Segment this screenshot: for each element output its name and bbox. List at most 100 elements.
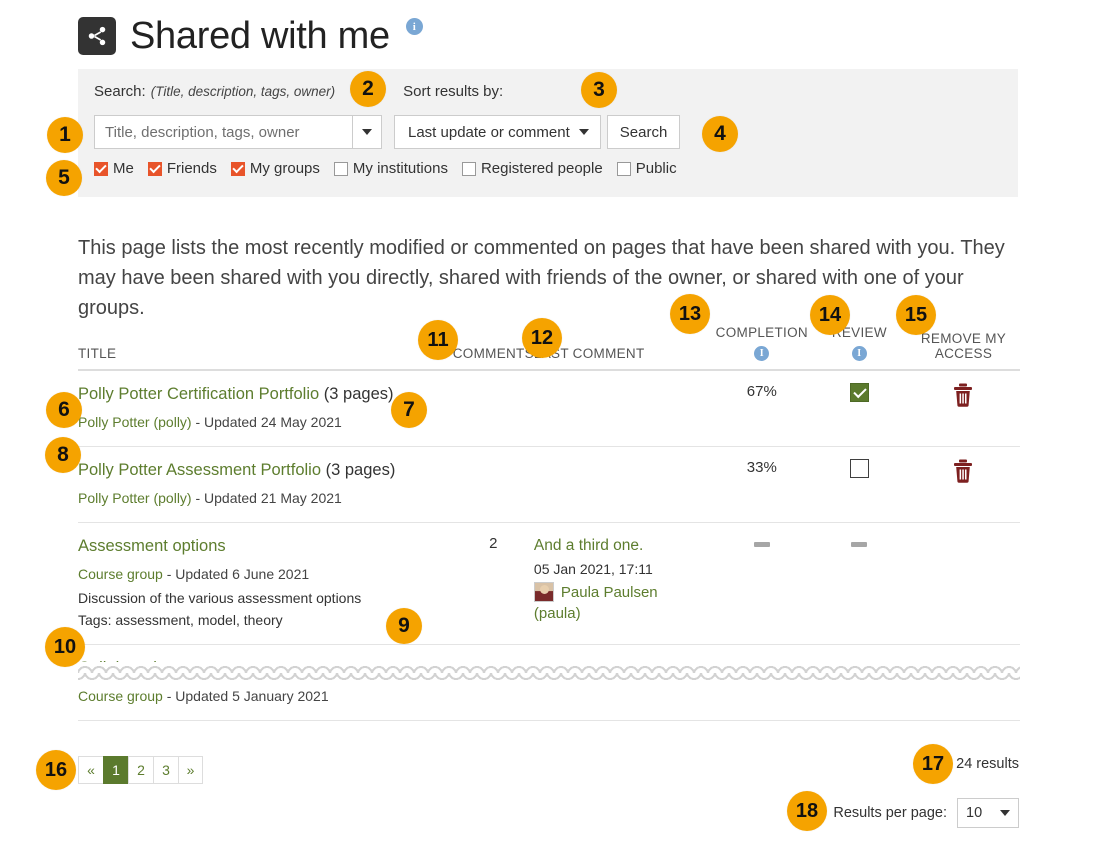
comment-author-link[interactable]: Paula Paulsen	[561, 584, 658, 601]
filter-label: My institutions	[352, 160, 448, 177]
checkbox-icon[interactable]	[94, 161, 108, 176]
results-per-page-select[interactable]: 10	[957, 798, 1019, 828]
annotation-badge-3: 3	[581, 72, 617, 108]
cell-last-comment	[533, 370, 712, 447]
updated-text: - Updated 21 May 2021	[195, 490, 342, 506]
cell-last-comment	[533, 446, 712, 523]
checkbox-icon[interactable]	[230, 161, 245, 176]
sort-select[interactable]: Last update or comment	[394, 115, 601, 149]
trash-icon[interactable]	[952, 383, 974, 411]
intro-text: This page lists the most recently modifi…	[78, 237, 1005, 319]
row-title: Assessment options	[78, 535, 453, 558]
search-input[interactable]	[94, 115, 352, 149]
page-header: Shared with me i	[0, 0, 1095, 62]
sort-select-value: Last update or comment	[408, 123, 570, 141]
completion-info-icon[interactable]: i	[754, 346, 770, 361]
pagination-prev[interactable]: «	[78, 756, 103, 784]
filter-label: Me	[113, 160, 134, 177]
row-description: Discussion of the various assessment opt…	[78, 590, 362, 606]
cell-title: Polly Potter Assessment Portfolio (3 pag…	[78, 446, 453, 523]
annotation-badge-15: 15	[896, 295, 936, 335]
column-header-completion-label: COMPLETION	[715, 325, 808, 340]
sort-label: Sort results by:	[403, 83, 504, 100]
trash-icon[interactable]	[952, 459, 974, 487]
cell-remove-access	[906, 446, 1020, 523]
checkbox-icon[interactable]	[616, 161, 631, 176]
pagination-page-3[interactable]: 3	[153, 756, 178, 784]
cell-completion: 33%	[711, 446, 812, 523]
search-controls: Last update or comment Search	[94, 115, 1018, 149]
owner-link[interactable]: Polly Potter (polly)	[78, 490, 192, 506]
share-icon	[78, 17, 116, 55]
filter-label: My groups	[249, 160, 320, 177]
row-owner-line: Polly Potter (polly) - Updated 21 May 20…	[78, 488, 453, 508]
pagination-page-2[interactable]: 2	[128, 756, 153, 784]
annotation-badge-13: 13	[670, 294, 710, 334]
search-input-group	[94, 115, 382, 149]
filter-label: Friends	[166, 160, 217, 177]
filter-checkbox-my-institutions[interactable]: My institutions	[333, 160, 448, 177]
annotation-badge-14: 14	[810, 295, 850, 335]
review-checkbox-unchecked[interactable]	[849, 459, 869, 478]
updated-text: - Updated 24 May 2021	[195, 414, 342, 430]
search-button[interactable]: Search	[606, 115, 681, 149]
annotation-badge-12: 12	[522, 318, 562, 358]
cell-completion	[711, 522, 812, 645]
row-owner-line: Course group - Updated 5 January 2021	[78, 686, 453, 706]
owner-link[interactable]: Polly Potter (polly)	[78, 414, 192, 430]
filter-checkbox-public[interactable]: Public	[616, 160, 677, 177]
page-title-link[interactable]: Polly Potter Certification Portfolio	[78, 385, 319, 403]
annotation-badge-11: 11	[418, 320, 458, 360]
search-label: Search:	[94, 83, 146, 100]
annotation-badge-9: 9	[386, 608, 422, 644]
table-row: Polly Potter Certification Portfolio (3 …	[78, 370, 1020, 447]
last-comment-date: 05 Jan 2021, 17:11	[533, 561, 653, 577]
search-panel: Search: (Title, description, tags, owner…	[78, 69, 1018, 197]
avatar	[533, 582, 554, 602]
cell-comments	[452, 370, 534, 447]
cell-completion: 67%	[711, 370, 812, 447]
cell-remove-access	[906, 522, 1020, 645]
last-comment-title[interactable]: And a third one.	[534, 535, 712, 556]
page-title-link[interactable]: Polly Potter Assessment Portfolio	[78, 461, 321, 479]
cell-remove-access	[906, 370, 1020, 447]
annotation-badge-4: 4	[702, 116, 738, 152]
updated-text: - Updated 5 January 2021	[166, 688, 329, 704]
filter-checkbox-me[interactable]: Me	[94, 160, 134, 177]
search-field-dropdown-button[interactable]	[352, 115, 382, 149]
page-title-link[interactable]: Assessment options	[78, 537, 226, 555]
results-per-page-value: 10	[966, 805, 983, 821]
page-count: (3 pages)	[323, 385, 394, 403]
column-header-completion[interactable]: COMPLETION i	[711, 325, 812, 371]
owner-link[interactable]: Course group	[78, 688, 163, 704]
page-title: Shared with me	[130, 15, 390, 57]
annotation-badge-17: 17	[913, 744, 953, 784]
annotation-badge-5: 5	[46, 160, 82, 196]
review-info-icon[interactable]: i	[851, 346, 867, 361]
comment-author-handle[interactable]: (paula)	[534, 605, 712, 622]
shared-with-me-page: Shared with me i Search: (Title, descrip…	[0, 0, 1095, 844]
annotation-badge-8: 8	[45, 437, 81, 473]
review-checkbox-checked[interactable]	[849, 383, 869, 402]
cell-review	[811, 446, 907, 523]
filter-checkbox-friends[interactable]: Friends	[147, 160, 217, 177]
owner-link[interactable]: Course group	[78, 566, 163, 582]
filter-checkbox-registered-people[interactable]: Registered people	[461, 160, 603, 177]
chevron-down-icon	[1000, 810, 1010, 816]
filter-checkbox-my-groups[interactable]: My groups	[230, 160, 320, 177]
checkbox-icon[interactable]	[147, 161, 162, 176]
annotation-badge-7: 7	[391, 392, 427, 428]
checkbox-icon[interactable]	[461, 161, 476, 176]
pagination-page-1[interactable]: 1	[103, 756, 128, 784]
row-title: Polly Potter Assessment Portfolio (3 pag…	[78, 459, 453, 482]
cell-review	[811, 370, 907, 447]
annotation-badge-10: 10	[45, 627, 85, 667]
results-count: 24 results	[956, 756, 1019, 772]
checkbox-icon[interactable]	[333, 161, 348, 176]
last-comment-author-row: Paula Paulsen (paula)	[533, 582, 712, 622]
cell-comments: 2	[452, 522, 534, 645]
results-per-page-label: Results per page:	[833, 805, 947, 821]
pagination-next[interactable]: »	[178, 756, 203, 784]
column-header-title[interactable]: TITLE	[78, 325, 453, 371]
info-icon[interactable]: i	[405, 18, 423, 35]
